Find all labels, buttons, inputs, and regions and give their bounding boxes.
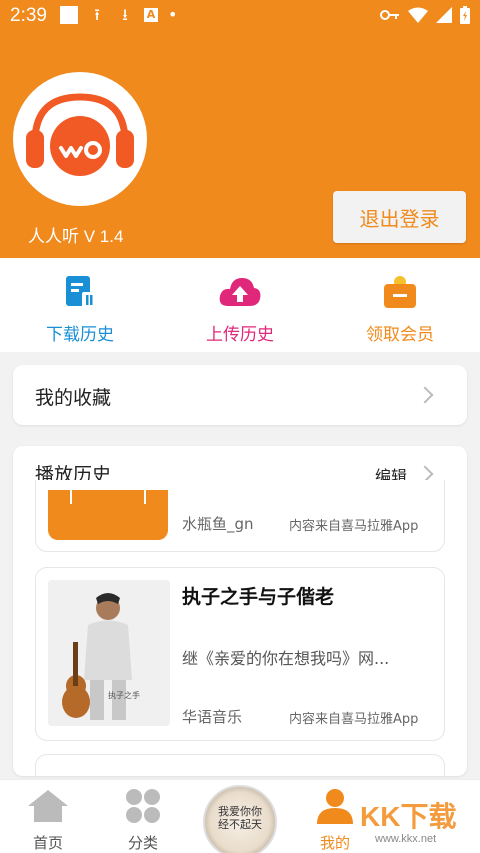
nav-category-label: 分类 [127, 834, 158, 852]
history-item[interactable] [35, 754, 445, 776]
square-icon [60, 6, 78, 24]
status-bar: 2:39 ⭱ ⭳ A • [0, 0, 480, 32]
notification-icons: ⭱ ⭳ A • [60, 5, 178, 24]
now-playing-disc-text: 我爱你你 经不起天 [218, 805, 262, 831]
profile-header: 2:39 ⭱ ⭳ A • 人人听 V 1.4 退出登录 [0, 0, 480, 258]
favorites-title: 我的收藏 [35, 387, 112, 409]
key-icon [380, 10, 399, 20]
history-item[interactable]: 执子之手 执子之手与子偕老 继《亲爱的你在想我吗》网... 华语音乐 内容来自喜… [35, 567, 445, 741]
history-item-description: 继《亲爱的你在想我吗》网... [182, 649, 390, 668]
nav-home-label: 首页 [32, 834, 63, 852]
download-history-label: 下载历史 [46, 325, 114, 345]
svg-text:执子之手: 执子之手 [108, 690, 140, 700]
logout-button[interactable]: 退出登录 [333, 191, 466, 243]
history-item-thumbnail [48, 490, 168, 540]
nav-category[interactable]: 分类 [108, 788, 178, 853]
app-logo [13, 72, 147, 206]
history-item-source: 内容来自喜马拉雅App [289, 519, 419, 534]
membership-icon [384, 276, 416, 308]
upload-icon: ⭱ [94, 5, 100, 24]
home-icon [28, 790, 68, 822]
singer-photo-icon: 执子之手 [48, 580, 170, 726]
history-item[interactable]: 水瓶鱼_gn 内容来自喜马拉雅App [35, 480, 445, 552]
app-version-label: 人人听 V 1.4 [28, 227, 124, 246]
history-item-source: 内容来自喜马拉雅App [289, 712, 419, 727]
category-icon [126, 789, 160, 823]
nav-profile-label: 我的 [319, 834, 350, 852]
history-item-title: 执子之手与子偕老 [182, 586, 335, 608]
history-item-author: 水瓶鱼_gn [182, 515, 254, 533]
favorites-card[interactable]: 我的收藏 [13, 365, 467, 425]
upload-history-button[interactable]: 上传历史 [180, 274, 300, 345]
a-icon: A [144, 8, 158, 22]
nav-home[interactable]: 首页 [13, 788, 83, 853]
watermark-url: www.kkx.net [375, 833, 437, 845]
wifi-icon [408, 7, 428, 23]
membership-label: 领取会员 [366, 325, 434, 345]
status-time: 2:39 [10, 5, 47, 26]
headphones-logo-icon [26, 93, 134, 176]
play-history-card: 播放历史 编辑 水瓶鱼_gn 内容来自喜马拉雅App 执子之手 执子之手与子偕老… [13, 446, 467, 776]
upload-history-label: 上传历史 [206, 325, 274, 345]
signal-icon [436, 7, 452, 23]
system-icons [380, 6, 470, 24]
chevron-right-icon [416, 386, 434, 404]
download-history-icon [66, 276, 96, 308]
history-item-author: 华语音乐 [182, 708, 243, 726]
download-icon: ⭳ [122, 5, 128, 24]
dot-icon: • [168, 5, 178, 24]
download-history-button[interactable]: 下载历史 [20, 274, 140, 345]
profile-icon [317, 789, 353, 824]
battery-icon [460, 6, 470, 24]
history-item-thumbnail: 执子之手 [48, 580, 170, 726]
now-playing-disc[interactable]: 我爱你你 经不起天 [203, 785, 277, 853]
upload-history-icon [219, 278, 261, 306]
membership-button[interactable]: 领取会员 [340, 274, 460, 345]
quick-actions-row: 下载历史 上传历史 领取会员 [0, 258, 480, 352]
watermark-logo: KK下载 [360, 801, 457, 832]
